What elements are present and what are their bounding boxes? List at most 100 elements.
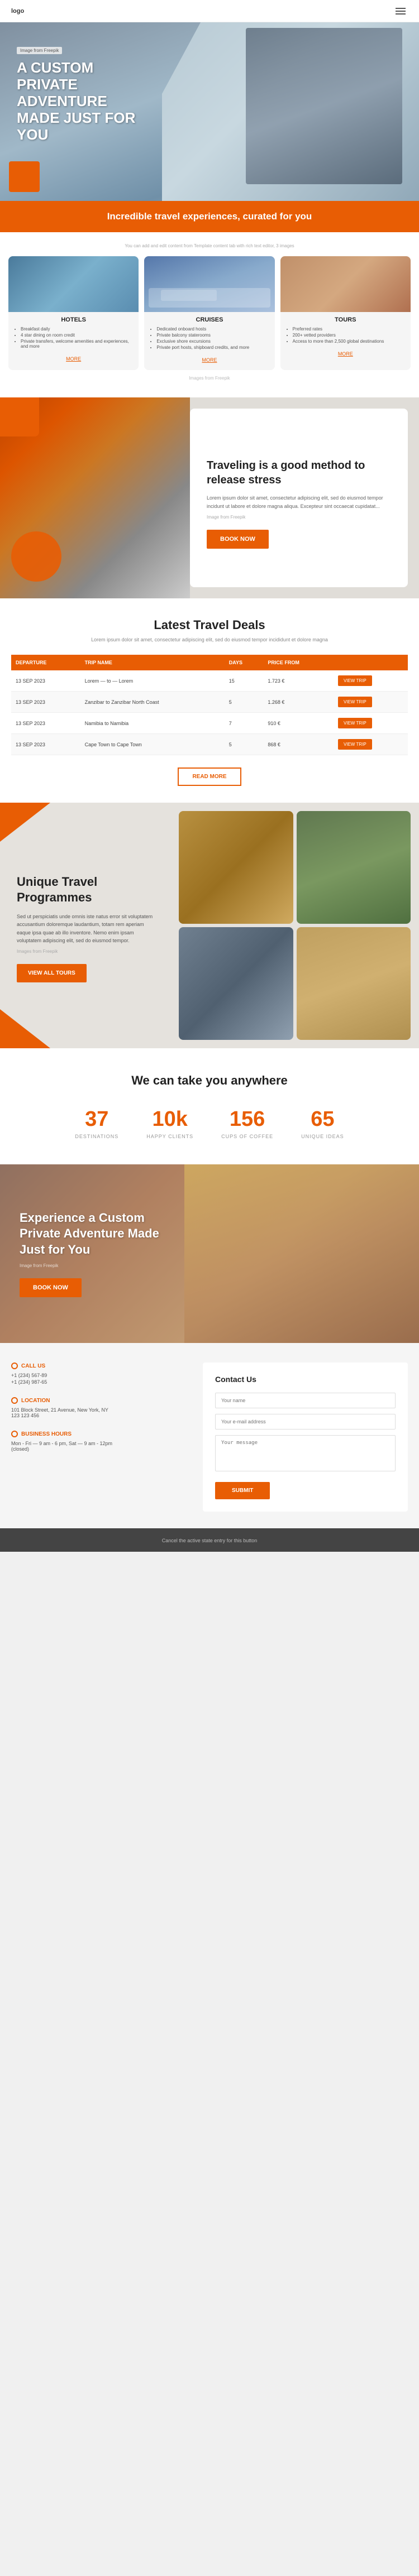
- name-input[interactable]: [215, 1393, 396, 1408]
- stat-item-destinations: 37 DESTINATIONS: [75, 1107, 118, 1139]
- trip-days: 7: [225, 713, 264, 734]
- stat-item-ideas: 65 UNIQUE IDEAS: [301, 1107, 344, 1139]
- hero-image-credit: Image from Freepik: [17, 47, 62, 54]
- experience-book-button[interactable]: BOOK NOW: [20, 1278, 82, 1297]
- submit-button[interactable]: SUBMIT: [215, 1482, 270, 1499]
- contact-phone1: +1 (234) 567-89: [11, 1373, 192, 1378]
- contact-form-title: Contact Us: [215, 1375, 396, 1384]
- footer-text: Cancel the active state entry for this b…: [162, 1538, 258, 1543]
- card-hotels-image: [8, 256, 139, 312]
- departure-date: 13 SEP 2023: [11, 670, 80, 692]
- prog-image-3: [179, 927, 293, 1040]
- table-row: 13 SEP 2023 Namibia to Namibia 7 910 € V…: [11, 713, 408, 734]
- contact-info: CALL US +1 (234) 567-89 +1 (234) 987-65 …: [11, 1363, 192, 1452]
- card-cruises: CRUISES Dedicated onboard hosts Private …: [144, 256, 274, 370]
- deals-table-header: DEPARTURE TRIP NAME DAYS PRICE FROM: [11, 655, 408, 670]
- programmes-content: Unique Travel Programmes Sed ut perspici…: [0, 803, 173, 1048]
- message-textarea[interactable]: [215, 1435, 396, 1471]
- nav-logo: logo: [11, 8, 24, 15]
- stat-label: UNIQUE IDEAS: [301, 1134, 344, 1139]
- view-trip-button[interactable]: VIEW TRIP: [338, 697, 372, 707]
- stress-content: Traveling is a good method to release st…: [190, 409, 408, 587]
- contact-section: CALL US +1 (234) 567-89 +1 (234) 987-65 …: [0, 1343, 419, 1528]
- card-tours-title: TOURS: [286, 316, 405, 323]
- stress-credit: Image from Freepik: [207, 515, 391, 520]
- stat-number: 156: [221, 1107, 273, 1131]
- card-hotels-title: HOTELS: [14, 316, 133, 323]
- programmes-heading: Unique Travel Programmes: [17, 874, 159, 906]
- footer: Cancel the active state entry for this b…: [0, 1528, 419, 1552]
- book-now-button[interactable]: BOOK NOW: [207, 530, 269, 549]
- prog-image-1: [179, 811, 293, 924]
- prog-image-2: [297, 811, 411, 924]
- trip-days: 15: [225, 670, 264, 692]
- view-trip-button[interactable]: VIEW TRIP: [338, 675, 372, 686]
- form-email-field: [215, 1414, 396, 1429]
- programmes-credit: Images from Freepik: [17, 949, 159, 954]
- trip-price: 868 €: [263, 734, 334, 755]
- col-trip-name: TRIP NAME: [80, 655, 225, 670]
- contact-call-title: CALL US: [11, 1363, 192, 1369]
- deals-subtitle: Lorem ipsum dolor sit amet, consectetur …: [11, 637, 408, 642]
- stat-label: DESTINATIONS: [75, 1134, 118, 1139]
- contact-location-title: LOCATION: [11, 1397, 192, 1404]
- trip-days: 5: [225, 734, 264, 755]
- contact-address: 101 Block Street, 21 Avenue, New York, N…: [11, 1407, 192, 1418]
- stats-section: We can take you anywhere 37 DESTINATIONS…: [0, 1048, 419, 1164]
- deals-section: Latest Travel Deals Lorem ipsum dolor si…: [0, 598, 419, 803]
- stat-number: 37: [75, 1107, 118, 1131]
- deals-title: Latest Travel Deals: [11, 618, 408, 632]
- card-cruises-more[interactable]: MORE: [202, 357, 217, 363]
- view-trip-button[interactable]: VIEW TRIP: [338, 739, 372, 750]
- stress-left-panel: [0, 397, 190, 598]
- hero-heading: A CUSTOM PRIVATE ADVENTURE MADE JUST FOR…: [17, 60, 156, 143]
- col-days: DAYS: [225, 655, 264, 670]
- nav-menu-button[interactable]: [393, 6, 408, 17]
- programmes-section: Unique Travel Programmes Sed ut perspici…: [0, 803, 419, 1048]
- card-cruises-image: [144, 256, 274, 312]
- trip-days: 5: [225, 692, 264, 713]
- bullet: Private balcony staterooms: [156, 333, 269, 338]
- programmes-body: Sed ut perspiciatis unde omnis iste natu…: [17, 913, 159, 945]
- contact-phone2: +1 (234) 987-65: [11, 1379, 192, 1385]
- read-more-button[interactable]: READ MORE: [178, 767, 241, 786]
- programmes-images-grid: [173, 803, 419, 1048]
- location-icon: [11, 1397, 18, 1404]
- trip-name: Zanzibar to Zanzibar North Coast: [80, 692, 225, 713]
- stress-section: Traveling is a good method to release st…: [0, 397, 419, 598]
- table-row: 13 SEP 2023 Cape Town to Cape Town 5 868…: [11, 734, 408, 755]
- card-tours-more[interactable]: MORE: [338, 351, 353, 357]
- contact-call-block: CALL US +1 (234) 567-89 +1 (234) 987-65: [11, 1363, 192, 1385]
- bullet: Breakfast daily: [21, 327, 133, 332]
- prog-image-4: [297, 927, 411, 1040]
- experience-credit: Image from Freepik: [20, 1263, 165, 1268]
- trip-price: 910 €: [263, 713, 334, 734]
- card-hotels-more[interactable]: MORE: [66, 356, 81, 362]
- stat-label: CUPS OF COFFEE: [221, 1134, 273, 1139]
- stat-number: 10k: [146, 1107, 193, 1131]
- contact-hours-block: BUSINESS HOURS Mon - Fri — 9 am - 6 pm, …: [11, 1431, 192, 1452]
- stat-number: 65: [301, 1107, 344, 1131]
- navbar: logo: [0, 0, 419, 22]
- bullet: 4 star dining on room credit: [21, 333, 133, 338]
- trip-name: Cape Town to Cape Town: [80, 734, 225, 755]
- table-row: 13 SEP 2023 Lorem — to — Lorem 15 1.723 …: [11, 670, 408, 692]
- contact-form: Contact Us SUBMIT: [203, 1363, 408, 1512]
- contact-hours-text: Mon - Fri — 9 am - 6 pm, Sat — 9 am - 12…: [11, 1441, 192, 1452]
- phone-icon: [11, 1363, 18, 1369]
- trip-price: 1.723 €: [263, 670, 334, 692]
- card-cruises-title: CRUISES: [150, 316, 269, 323]
- form-message-field: [215, 1435, 396, 1474]
- email-input[interactable]: [215, 1414, 396, 1429]
- cards-section: You can add and edit content from Templa…: [0, 232, 419, 397]
- contact-hours-title: BUSINESS HOURS: [11, 1431, 192, 1437]
- card-hotels: HOTELS Breakfast daily 4 star dining on …: [8, 256, 139, 370]
- departure-date: 13 SEP 2023: [11, 734, 80, 755]
- hero-content: Image from Freepik A CUSTOM PRIVATE ADVE…: [0, 22, 173, 165]
- view-trip-button[interactable]: VIEW TRIP: [338, 718, 372, 728]
- view-all-tours-button[interactable]: VIEW ALL TOURS: [17, 964, 87, 982]
- contact-location-block: LOCATION 101 Block Street, 21 Avenue, Ne…: [11, 1397, 192, 1418]
- col-action: [334, 655, 408, 670]
- stress-orange-corner: [0, 397, 39, 436]
- bullet: Private transfers, welcome amenities and…: [21, 339, 133, 349]
